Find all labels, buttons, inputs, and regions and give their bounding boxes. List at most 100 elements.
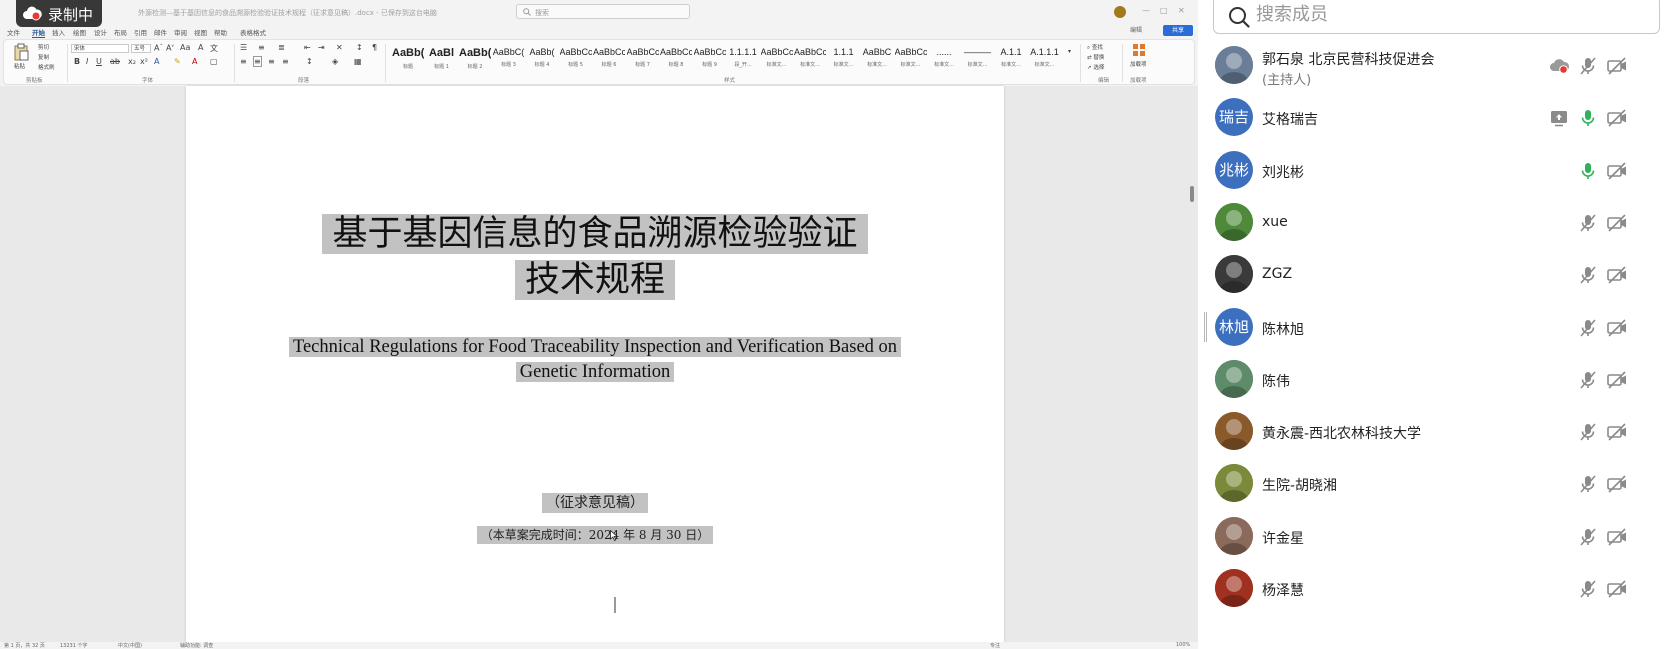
participant-row[interactable]: xue [1210,195,1665,250]
mic-muted-icon[interactable] [1577,317,1599,339]
style-item[interactable]: 1.1.1 标准文... [828,44,860,72]
addins-icon[interactable] [1132,43,1146,57]
participant-row[interactable]: 郭石泉 北京民营科技促进会 (主持人) [1210,38,1665,93]
tab-8[interactable]: 审阅 [174,27,187,37]
status-focus[interactable]: 专注 [990,642,1000,649]
increase-indent-icon[interactable]: ⇥ [318,43,325,52]
mic-muted-icon[interactable] [1577,526,1599,548]
close-icon[interactable]: ✕ [1178,6,1185,15]
camera-off-icon[interactable] [1606,160,1628,182]
status-words[interactable]: 13231 个字 [60,642,88,649]
draft-date[interactable]: （本草案完成时间：2024 年 8 月 30 日） [186,526,1004,544]
mic-muted-icon[interactable] [1577,421,1599,443]
participant-row[interactable]: ZGZ [1210,247,1665,302]
mic-muted-icon[interactable] [1577,578,1599,600]
strikethrough-icon[interactable]: ab [110,57,120,66]
participant-row[interactable]: 陈伟 [1210,352,1665,407]
style-item[interactable]: A.1.1 标准文... [995,44,1027,72]
minimize-icon[interactable]: — [1142,6,1150,15]
status-page[interactable]: 第 1 页，共 32 页 [4,642,45,649]
tab-2[interactable]: 插入 [52,27,65,37]
camera-off-icon[interactable] [1606,578,1628,600]
mic-muted-icon[interactable] [1577,55,1599,77]
draft-label[interactable]: （征求意见稿） [186,492,1004,513]
align-right-icon[interactable]: ≡ [268,57,275,66]
participant-row[interactable]: 兆彬 刘兆彬 [1210,143,1665,198]
style-item[interactable]: ...... 标准文... [928,44,960,72]
style-item[interactable]: AaBbC(标题 3 [493,44,525,72]
member-search-box[interactable] [1213,0,1660,34]
clear-format-icon[interactable]: A [198,43,203,52]
recording-badge[interactable]: 录制中 [16,0,102,27]
tab-0[interactable]: 文件 [7,27,20,37]
change-case-icon[interactable]: Aa [180,43,190,52]
bullets-icon[interactable]: ☰ [240,43,247,52]
style-item[interactable]: AaBbCc 标题 9 [694,44,726,72]
font-size-select[interactable]: 五号 [131,44,151,53]
text-effects-icon[interactable]: A [154,57,159,66]
superscript-icon[interactable]: x² [140,57,148,66]
participant-row[interactable]: 杨泽慧 [1210,561,1665,616]
font-name-select[interactable]: 宋体 [71,44,129,53]
member-search-input[interactable] [1256,1,1636,27]
borders-icon[interactable]: ▦ [354,57,362,66]
replace-button[interactable]: ⇄ 替换 [1087,53,1104,61]
participant-row[interactable]: 瑞吉 艾格瑞吉 [1210,90,1665,145]
mic-muted-icon[interactable] [1577,264,1599,286]
camera-off-icon[interactable] [1606,264,1628,286]
format-painter-button[interactable]: 格式刷 [38,63,55,71]
align-center-icon[interactable]: ≡ [253,56,262,67]
maximize-icon[interactable]: □ [1160,6,1168,15]
mic-on-icon[interactable] [1577,107,1599,129]
tab-7[interactable]: 邮件 [154,27,167,37]
subscript-icon[interactable]: x₂ [128,57,136,66]
tab-10[interactable]: 帮助 [214,27,227,37]
highlight-icon[interactable]: ✎ [174,57,181,66]
style-item[interactable]: AaBbCc 标题 5 [560,44,592,72]
document-cn-title[interactable]: 基于基因信息的食品溯源检验验证 技术规程 [186,211,1004,303]
sort-icon[interactable]: ↕ [356,43,363,52]
style-item[interactable]: 1.1.1.1 段_开... [727,44,759,72]
style-item[interactable]: AaBbCcDd 标准文... [895,44,927,72]
decrease-indent-icon[interactable]: ⇤ [304,43,311,52]
mic-muted-icon[interactable] [1577,212,1599,234]
style-item[interactable]: AaBb(标题 2 [459,44,491,72]
document-canvas[interactable]: 基于基因信息的食品溯源检验验证 技术规程 Technical Regulatio… [0,86,1198,646]
paste-icon[interactable] [13,43,29,61]
account-avatar[interactable] [1114,6,1126,18]
bold-icon[interactable]: B [74,57,80,66]
style-item[interactable]: AaBbCc 标题 8 [660,44,692,72]
camera-off-icon[interactable] [1606,421,1628,443]
find-button[interactable]: ⌕ 查找 [1087,43,1103,52]
editing-mode-button[interactable]: 编辑 [1130,25,1142,34]
select-button[interactable]: ➚ 选择 [1087,63,1104,71]
underline-icon[interactable]: U [96,57,102,66]
cut-button[interactable]: 剪切 [38,43,49,51]
shrink-font-icon[interactable]: Av [166,43,174,53]
shading-icon[interactable]: ◈ [332,57,338,66]
tab-9[interactable]: 视图 [194,27,207,37]
style-item[interactable]: AaBb(标题 4 [526,44,558,72]
document-en-title[interactable]: Technical Regulations for Food Traceabil… [186,335,1004,385]
status-accessibility[interactable]: 辅助功能: 调查 [180,642,213,649]
camera-off-icon[interactable] [1606,473,1628,495]
tab-6[interactable]: 引用 [134,27,147,37]
tab-11[interactable]: 表格格式 [240,27,266,37]
tab-4[interactable]: 设计 [94,27,107,37]
mic-muted-icon[interactable] [1577,369,1599,391]
style-item[interactable]: A.1.1.1 标准文... [1029,44,1061,72]
grow-font-icon[interactable]: A^ [154,43,163,53]
gallery-more-icon[interactable]: ▾ [1068,48,1071,55]
justify-icon[interactable]: ≡ [282,57,289,66]
line-spacing-icon[interactable]: ↕ [306,57,313,66]
copy-button[interactable]: 复制 [38,53,49,61]
mic-on-icon[interactable] [1577,160,1599,182]
multilevel-list-icon[interactable]: ≣ [278,43,285,52]
tab-3[interactable]: 绘图 [73,27,86,37]
style-item[interactable]: AaBbCc 标准文... [761,44,793,72]
style-item[interactable]: AaBbCc 标题 6 [593,44,625,72]
participant-row[interactable]: 林旭 陈林旭 [1210,300,1665,355]
camera-off-icon[interactable] [1606,55,1628,77]
status-zoom[interactable]: 100% [1176,642,1190,648]
title-search[interactable]: 搜索 [516,4,690,19]
